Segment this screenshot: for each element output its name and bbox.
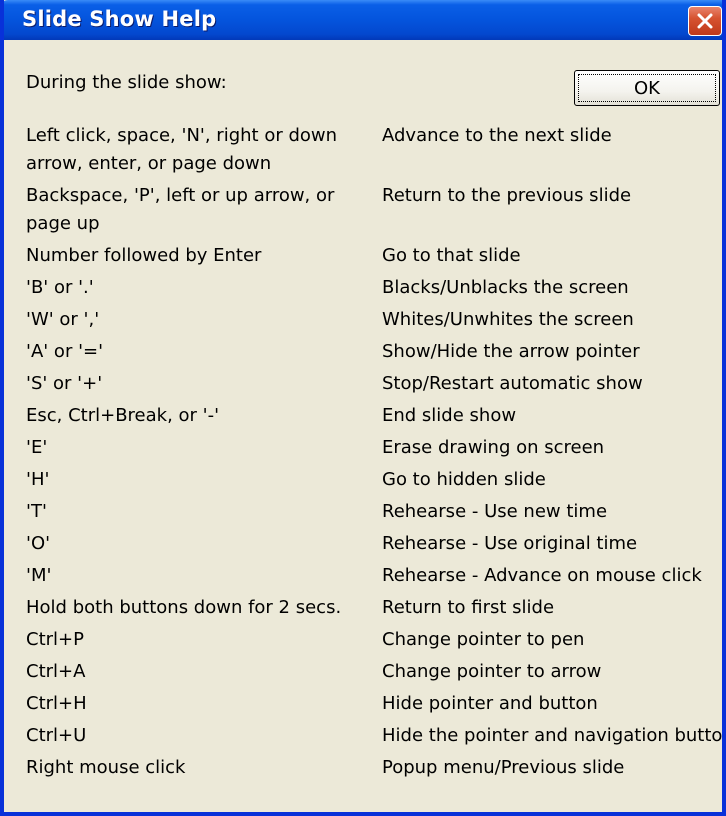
shortcut-key: Ctrl+H — [26, 693, 87, 714]
shortcut-row: 'M' Rehearse - Advance on mouse click — [26, 562, 722, 590]
shortcut-row: Number followed by Enter Go to that slide — [26, 242, 722, 270]
shortcut-action: Stop/Restart automatic show — [382, 373, 643, 394]
shortcut-key: Right mouse click — [26, 757, 186, 778]
dialog-content: During the slide show: OK Left click, sp… — [4, 40, 722, 812]
shortcut-key: 'E' — [26, 437, 48, 458]
shortcut-row: 'E' Erase drawing on screen — [26, 434, 722, 462]
shortcut-key: Ctrl+U — [26, 725, 87, 746]
shortcut-action: Advance to the next slide — [382, 125, 612, 146]
shortcut-action: Hide pointer and button — [382, 693, 598, 714]
close-icon — [697, 13, 713, 29]
shortcut-key: Esc, Ctrl+Break, or '-' — [26, 405, 220, 426]
shortcut-row: 'W' or ',' Whites/Unwhites the screen — [26, 306, 722, 334]
shortcut-action: Hide the pointer and navigation button a… — [382, 725, 723, 746]
shortcut-row: 'B' or '.' Blacks/Unblacks the screen — [26, 274, 722, 302]
shortcut-row: Left click, space, 'N', right or down ar… — [26, 122, 722, 178]
ok-button[interactable]: OK — [574, 70, 720, 106]
shortcut-row: Hold both buttons down for 2 secs. Return… — [26, 594, 722, 622]
shortcut-row: 'A' or '=' Show/Hide the arrow pointer — [26, 338, 722, 366]
close-button[interactable] — [688, 6, 722, 36]
shortcut-action: Return to the previous slide — [382, 185, 632, 206]
shortcut-row: 'T' Rehearse - Use new time — [26, 498, 722, 526]
shortcut-action: Go to that slide — [382, 245, 521, 266]
slide-show-help-dialog: Slide Show Help During the slide show: O… — [0, 0, 726, 816]
shortcut-action: Rehearse - Use new time — [382, 501, 608, 522]
shortcut-row: 'O' Rehearse - Use original time — [26, 530, 722, 558]
shortcut-list: Left click, space, 'N', right or down ar… — [26, 122, 723, 786]
shortcut-key: 'T' — [26, 501, 47, 522]
shortcut-action: Show/Hide the arrow pointer — [382, 341, 640, 362]
shortcut-action: Return to first slide — [382, 597, 555, 618]
shortcut-key: 'W' or ',' — [26, 309, 100, 330]
shortcut-row: Right mouse click Popup menu/Previous sli… — [26, 754, 722, 782]
shortcut-key: 'M' — [26, 565, 52, 586]
shortcut-row: 'H' Go to hidden slide — [26, 466, 722, 494]
shortcut-action: Popup menu/Previous slide — [382, 757, 625, 778]
shortcut-row: Ctrl+A Change pointer to arrow — [26, 658, 722, 686]
ok-button-label: OK — [578, 74, 716, 102]
shortcut-action: Blacks/Unblacks the screen — [382, 277, 629, 298]
shortcut-key: 'O' — [26, 533, 51, 554]
shortcut-key: 'S' or '+' — [26, 373, 103, 394]
shortcut-row: Backspace, 'P', left or up arrow, or pag… — [26, 182, 722, 238]
shortcut-key: Ctrl+P — [26, 629, 84, 650]
shortcut-key: Number followed by Enter — [26, 245, 262, 266]
shortcut-row: Ctrl+U Hide the pointer and navigation bu… — [26, 722, 723, 750]
shortcut-action: Change pointer to pen — [382, 629, 585, 650]
shortcut-row: Esc, Ctrl+Break, or '-' End slide show — [26, 402, 722, 430]
shortcut-key: 'B' or '.' — [26, 277, 94, 298]
shortcut-action: Whites/Unwhites the screen — [382, 309, 634, 330]
shortcut-key: 'A' or '=' — [26, 341, 104, 362]
shortcut-action: Rehearse - Advance on mouse click — [382, 565, 702, 586]
shortcut-action: Erase drawing on screen — [382, 437, 605, 458]
intro-text: During the slide show: — [26, 72, 227, 93]
shortcut-action: Rehearse - Use original time — [382, 533, 638, 554]
shortcut-action: Go to hidden slide — [382, 469, 546, 490]
shortcut-action: End slide show — [382, 405, 517, 426]
shortcut-row: 'S' or '+' Stop/Restart automatic show — [26, 370, 722, 398]
shortcut-key: Left click, space, 'N', right or down ar… — [26, 125, 338, 174]
shortcut-row: Ctrl+H Hide pointer and button — [26, 690, 722, 718]
shortcut-key: Ctrl+A — [26, 661, 86, 682]
title-bar[interactable]: Slide Show Help — [4, 0, 722, 40]
shortcut-row: Ctrl+P Change pointer to pen — [26, 626, 722, 654]
shortcut-action: Change pointer to arrow — [382, 661, 602, 682]
shortcut-key: 'H' — [26, 469, 50, 490]
shortcut-key: Hold both buttons down for 2 secs. — [26, 597, 342, 618]
shortcut-key: Backspace, 'P', left or up arrow, or pag… — [26, 185, 335, 234]
dialog-title: Slide Show Help — [22, 7, 217, 31]
